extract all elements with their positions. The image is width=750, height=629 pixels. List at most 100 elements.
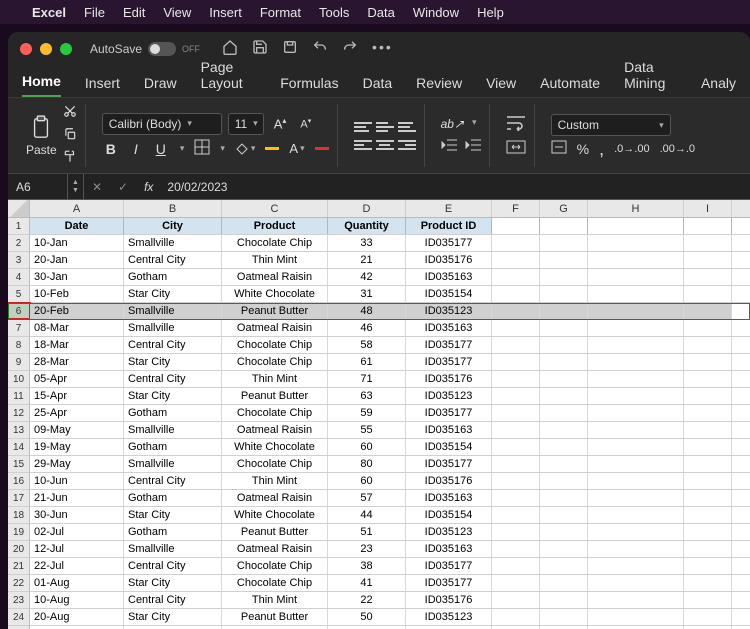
cell[interactable]: Star City [124, 388, 222, 404]
tab-review[interactable]: Review [416, 75, 462, 97]
wrap-text-icon[interactable] [506, 115, 526, 134]
cell[interactable]: ID035163 [406, 541, 492, 557]
cell[interactable]: Oatmeal Raisin [222, 541, 328, 557]
cell-empty[interactable] [684, 558, 732, 574]
cell-empty[interactable] [588, 218, 684, 234]
cell-empty[interactable] [492, 252, 540, 268]
cell-empty[interactable] [540, 456, 588, 472]
cell[interactable]: ID035177 [406, 354, 492, 370]
tab-formulas[interactable]: Formulas [280, 75, 338, 97]
cell[interactable]: 51 [328, 524, 406, 540]
cell[interactable]: 21 [328, 252, 406, 268]
cell-empty[interactable] [492, 456, 540, 472]
cell-empty[interactable] [588, 490, 684, 506]
align-right-icon[interactable] [398, 138, 416, 152]
cell[interactable]: Central City [124, 371, 222, 387]
cell[interactable]: Chocolate Chip [222, 558, 328, 574]
row-header[interactable]: 7 [8, 320, 30, 336]
cell[interactable]: 02-Jul [30, 524, 124, 540]
cell[interactable]: Central City [124, 558, 222, 574]
column-header[interactable]: D [328, 200, 406, 217]
row-header[interactable]: 18 [8, 507, 30, 523]
increase-indent-icon[interactable] [465, 139, 481, 154]
cell[interactable]: Chocolate Chip [222, 337, 328, 353]
cell[interactable]: Gotham [124, 269, 222, 285]
increase-decimal-icon[interactable]: .0→.00 [614, 143, 649, 155]
cell-empty[interactable] [540, 473, 588, 489]
cell[interactable]: Thin Mint [222, 592, 328, 608]
format-painter-icon[interactable] [63, 150, 77, 167]
cell-empty[interactable] [684, 592, 732, 608]
cell[interactable]: 48 [328, 303, 406, 319]
cell[interactable]: Peanut Butter [222, 609, 328, 625]
cell-empty[interactable] [684, 286, 732, 302]
cell-empty[interactable] [684, 473, 732, 489]
cell-empty[interactable] [588, 269, 684, 285]
cell[interactable]: 30-Jan [30, 269, 124, 285]
cell[interactable]: ID035123 [406, 303, 492, 319]
row-header[interactable]: 10 [8, 371, 30, 387]
cell-empty[interactable] [540, 592, 588, 608]
column-header[interactable]: I [684, 200, 732, 217]
cell[interactable]: Star City [124, 609, 222, 625]
cell-empty[interactable] [588, 286, 684, 302]
cell-empty[interactable] [684, 218, 732, 234]
cell-empty[interactable] [684, 456, 732, 472]
row-header[interactable]: 23 [8, 592, 30, 608]
cell[interactable]: 38 [328, 558, 406, 574]
cell[interactable]: Star City [124, 575, 222, 591]
cell-empty[interactable] [540, 609, 588, 625]
row-header[interactable]: 12 [8, 405, 30, 421]
cell-empty[interactable] [684, 303, 732, 319]
cell[interactable]: ID035177 [406, 558, 492, 574]
cell-empty[interactable] [540, 354, 588, 370]
cell[interactable]: 25-Apr [30, 405, 124, 421]
cell[interactable]: ID035154 [406, 286, 492, 302]
cell[interactable]: ID035176 [406, 473, 492, 489]
cell[interactable]: White Chocolate [222, 286, 328, 302]
cell-empty[interactable] [540, 405, 588, 421]
italic-button[interactable]: I [130, 139, 142, 159]
cell-empty[interactable] [492, 337, 540, 353]
font-color-button[interactable]: A▾ [289, 141, 304, 156]
cell[interactable]: 10-Jun [30, 473, 124, 489]
cell[interactable]: Oatmeal Raisin [222, 422, 328, 438]
tab-automate[interactable]: Automate [540, 75, 600, 97]
comma-format-button[interactable]: , [599, 144, 604, 154]
paste-button[interactable]: Paste [26, 115, 57, 157]
minimize-icon[interactable] [40, 43, 52, 55]
cell[interactable]: Chocolate Chip [222, 354, 328, 370]
cell[interactable]: 01-Aug [30, 575, 124, 591]
row-header[interactable]: 9 [8, 354, 30, 370]
cell[interactable]: White Chocolate [222, 439, 328, 455]
tab-data-mining[interactable]: Data Mining [624, 59, 677, 97]
cell-empty[interactable] [684, 541, 732, 557]
cell-empty[interactable] [588, 320, 684, 336]
redo-icon[interactable] [342, 39, 358, 60]
cell-empty[interactable] [684, 320, 732, 336]
column-header[interactable]: G [540, 200, 588, 217]
cell[interactable]: ID035163 [406, 490, 492, 506]
home-icon[interactable] [222, 39, 238, 60]
cell[interactable]: 80 [328, 456, 406, 472]
cell-empty[interactable] [540, 524, 588, 540]
cell-empty[interactable] [492, 439, 540, 455]
cell[interactable]: Chocolate Chip [222, 456, 328, 472]
cell[interactable]: Gotham [124, 405, 222, 421]
cell-empty[interactable] [540, 575, 588, 591]
cell[interactable]: Smallville [124, 320, 222, 336]
cell[interactable]: Central City [124, 473, 222, 489]
orientation-icon[interactable]: ab↗ [441, 117, 464, 131]
cell[interactable]: Chocolate Chip [222, 575, 328, 591]
cell[interactable]: Thin Mint [222, 473, 328, 489]
cell-empty[interactable] [588, 592, 684, 608]
fill-color-button[interactable]: ▾ [235, 143, 256, 155]
cell-empty[interactable] [684, 575, 732, 591]
cell[interactable]: Gotham [124, 524, 222, 540]
cell[interactable]: Central City [124, 252, 222, 268]
cell-empty[interactable] [588, 371, 684, 387]
cell[interactable]: Chocolate Chip [222, 405, 328, 421]
cell-empty[interactable] [492, 354, 540, 370]
cell-empty[interactable] [588, 507, 684, 523]
cell-empty[interactable] [492, 507, 540, 523]
